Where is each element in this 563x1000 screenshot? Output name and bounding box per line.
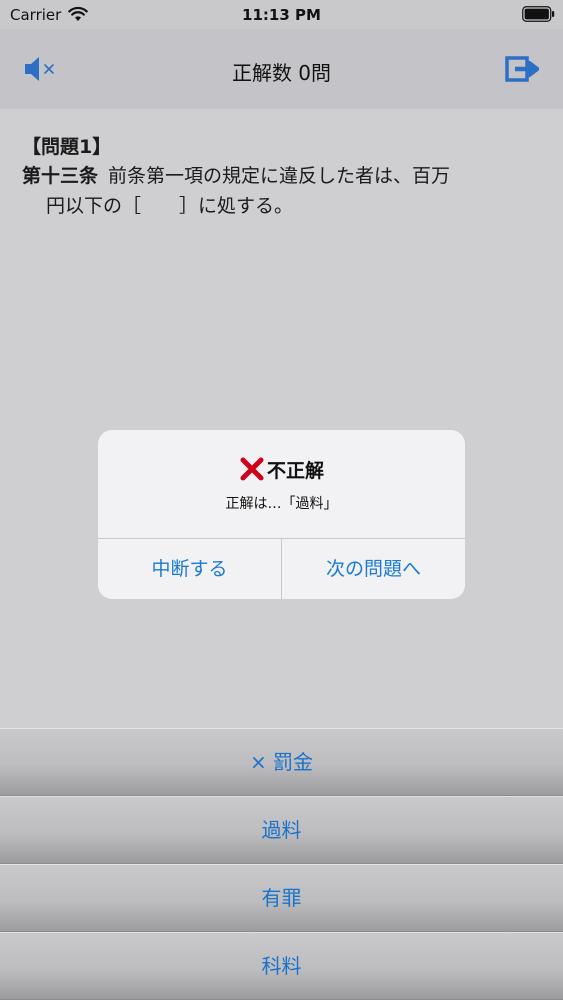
screen: Carrier 11:13 PM 正解数 0問 【問題1】 第十三条 前条第一項の… (0, 0, 563, 1000)
question-text: 【問題1】 第十三条 前条第一項の規定に違反した者は、百万 円以下の［ ］に処する… (22, 133, 542, 221)
question-number: 【問題1】 (22, 136, 112, 158)
quit-button[interactable]: 中断する (98, 539, 281, 599)
next-question-button[interactable]: 次の問題へ (282, 539, 465, 599)
alert-message: 正解は…「過料」 (225, 496, 338, 512)
article-label: 第十三条 (22, 165, 99, 187)
answer-option-2[interactable]: 過料 (0, 796, 563, 864)
wrong-mark-icon (240, 457, 264, 481)
status-time: 11:13 PM (242, 6, 321, 24)
exit-icon[interactable] (505, 53, 539, 83)
battery-icon (522, 6, 555, 22)
navigation-bar: 正解数 0問 (0, 29, 563, 109)
question-line-2: 円以下の［ ］に処する。 (46, 195, 294, 217)
question-line-1: 第十三条 前条第一項の規定に違反した者は、百万 (22, 161, 542, 191)
alert-title-row: 不正解 (98, 456, 465, 483)
question-body-1: 前条第一項の規定に違反した者は、百万 (108, 165, 451, 187)
nav-title: 正解数 0問 (231, 61, 332, 85)
answer-option-1[interactable]: × 罰金 (0, 728, 563, 796)
result-alert: 不正解 正解は…「過料」 中断する 次の問題へ (98, 430, 465, 599)
answer-option-4[interactable]: 科料 (0, 932, 563, 1000)
alert-title: 不正解 (266, 460, 324, 482)
answer-options: × 罰金 過料 有罪 科料 (0, 728, 563, 1000)
answer-option-3[interactable]: 有罪 (0, 864, 563, 932)
status-bar: Carrier 11:13 PM (0, 0, 563, 29)
